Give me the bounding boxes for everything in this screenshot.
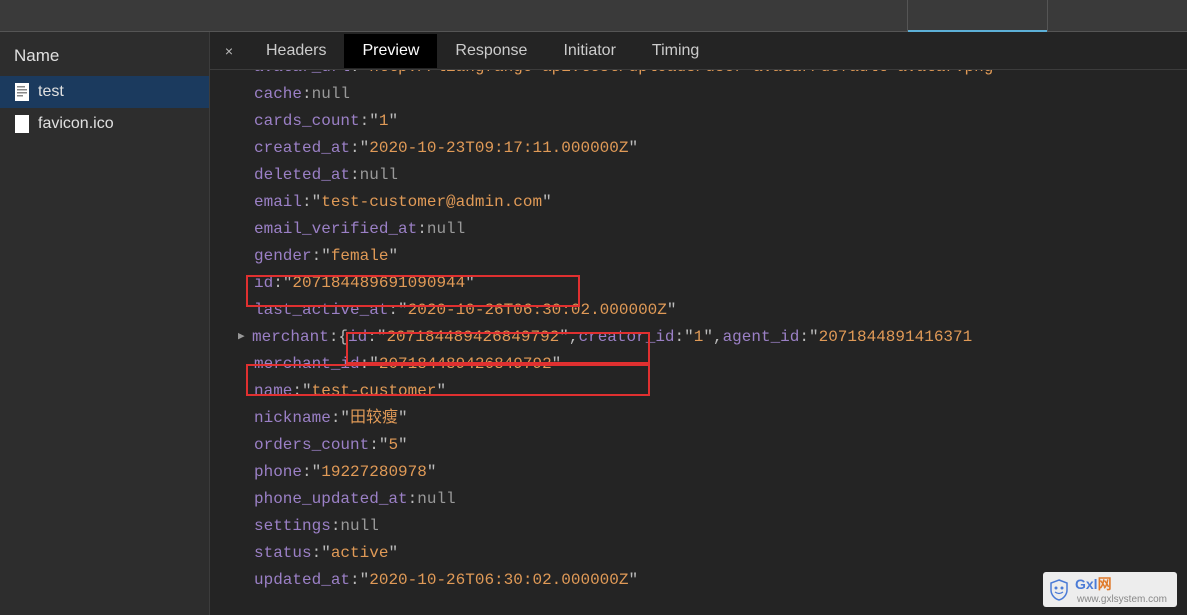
prop-nickname: nickname: "田较瘦" — [210, 405, 1187, 432]
detail-tabbar: × Headers Preview Response Initiator Tim… — [210, 32, 1187, 70]
prop-phone-updated-at: phone_updated_at: null — [210, 486, 1187, 513]
shield-icon — [1049, 579, 1069, 601]
prop-email: email: "test-customer@admin.com" — [210, 189, 1187, 216]
prop-gender: gender: "female" — [210, 243, 1187, 270]
prop-email-verified-at: email_verified_at: null — [210, 216, 1187, 243]
prop-avatar-url: avatar_url: "http://liangfango-api.test/… — [210, 70, 1187, 81]
file-item-test[interactable]: test — [0, 76, 209, 108]
prop-updated-at: updated_at: "2020-10-26T06:30:02.000000Z… — [210, 567, 1187, 594]
tab-headers[interactable]: Headers — [248, 34, 344, 68]
prop-status: status: "active" — [210, 540, 1187, 567]
prop-created-at: created_at: "2020-10-23T09:17:11.000000Z… — [210, 135, 1187, 162]
prop-name: name: "test-customer" — [210, 378, 1187, 405]
tab-initiator[interactable]: Initiator — [545, 34, 633, 68]
blank-icon — [14, 114, 30, 134]
prop-merchant[interactable]: ▶merchant: {id: "207184489426849792", cr… — [210, 324, 1187, 351]
prop-orders-count: orders_count: "5" — [210, 432, 1187, 459]
prop-cards-count: cards_count: "1" — [210, 108, 1187, 135]
file-label: test — [38, 83, 64, 101]
prop-merchant-id: merchant_id: "207184489426849792" — [210, 351, 1187, 378]
tab-timing[interactable]: Timing — [634, 34, 717, 68]
prop-last-active-at: last_active_at: "2020-10-26T06:30:02.000… — [210, 297, 1187, 324]
sidebar: Name test favicon.ico — [0, 32, 210, 615]
sidebar-header: Name — [0, 38, 209, 76]
prop-id: id: "207184489691090944" — [210, 270, 1187, 297]
preview-body[interactable]: avatar_url: "http://liangfango-api.test/… — [210, 70, 1187, 615]
chevron-right-icon[interactable]: ▶ — [238, 324, 252, 351]
file-item-favicon[interactable]: favicon.ico — [0, 108, 209, 140]
prop-cache: cache: null — [210, 81, 1187, 108]
top-tab-active[interactable] — [907, 0, 1047, 31]
prop-phone: phone: "19227280978" — [210, 459, 1187, 486]
close-icon[interactable]: × — [210, 32, 248, 70]
doc-icon — [14, 82, 30, 102]
prop-settings: settings: null — [210, 513, 1187, 540]
top-tab-next[interactable] — [1047, 0, 1187, 31]
file-label: favicon.ico — [38, 115, 114, 133]
prop-deleted-at: deleted_at: null — [210, 162, 1187, 189]
watermark: Gxl网 www.gxlsystem.com — [1043, 572, 1177, 607]
tab-response[interactable]: Response — [437, 34, 545, 68]
tab-preview[interactable]: Preview — [344, 34, 437, 68]
top-tab-strip — [0, 0, 1187, 32]
